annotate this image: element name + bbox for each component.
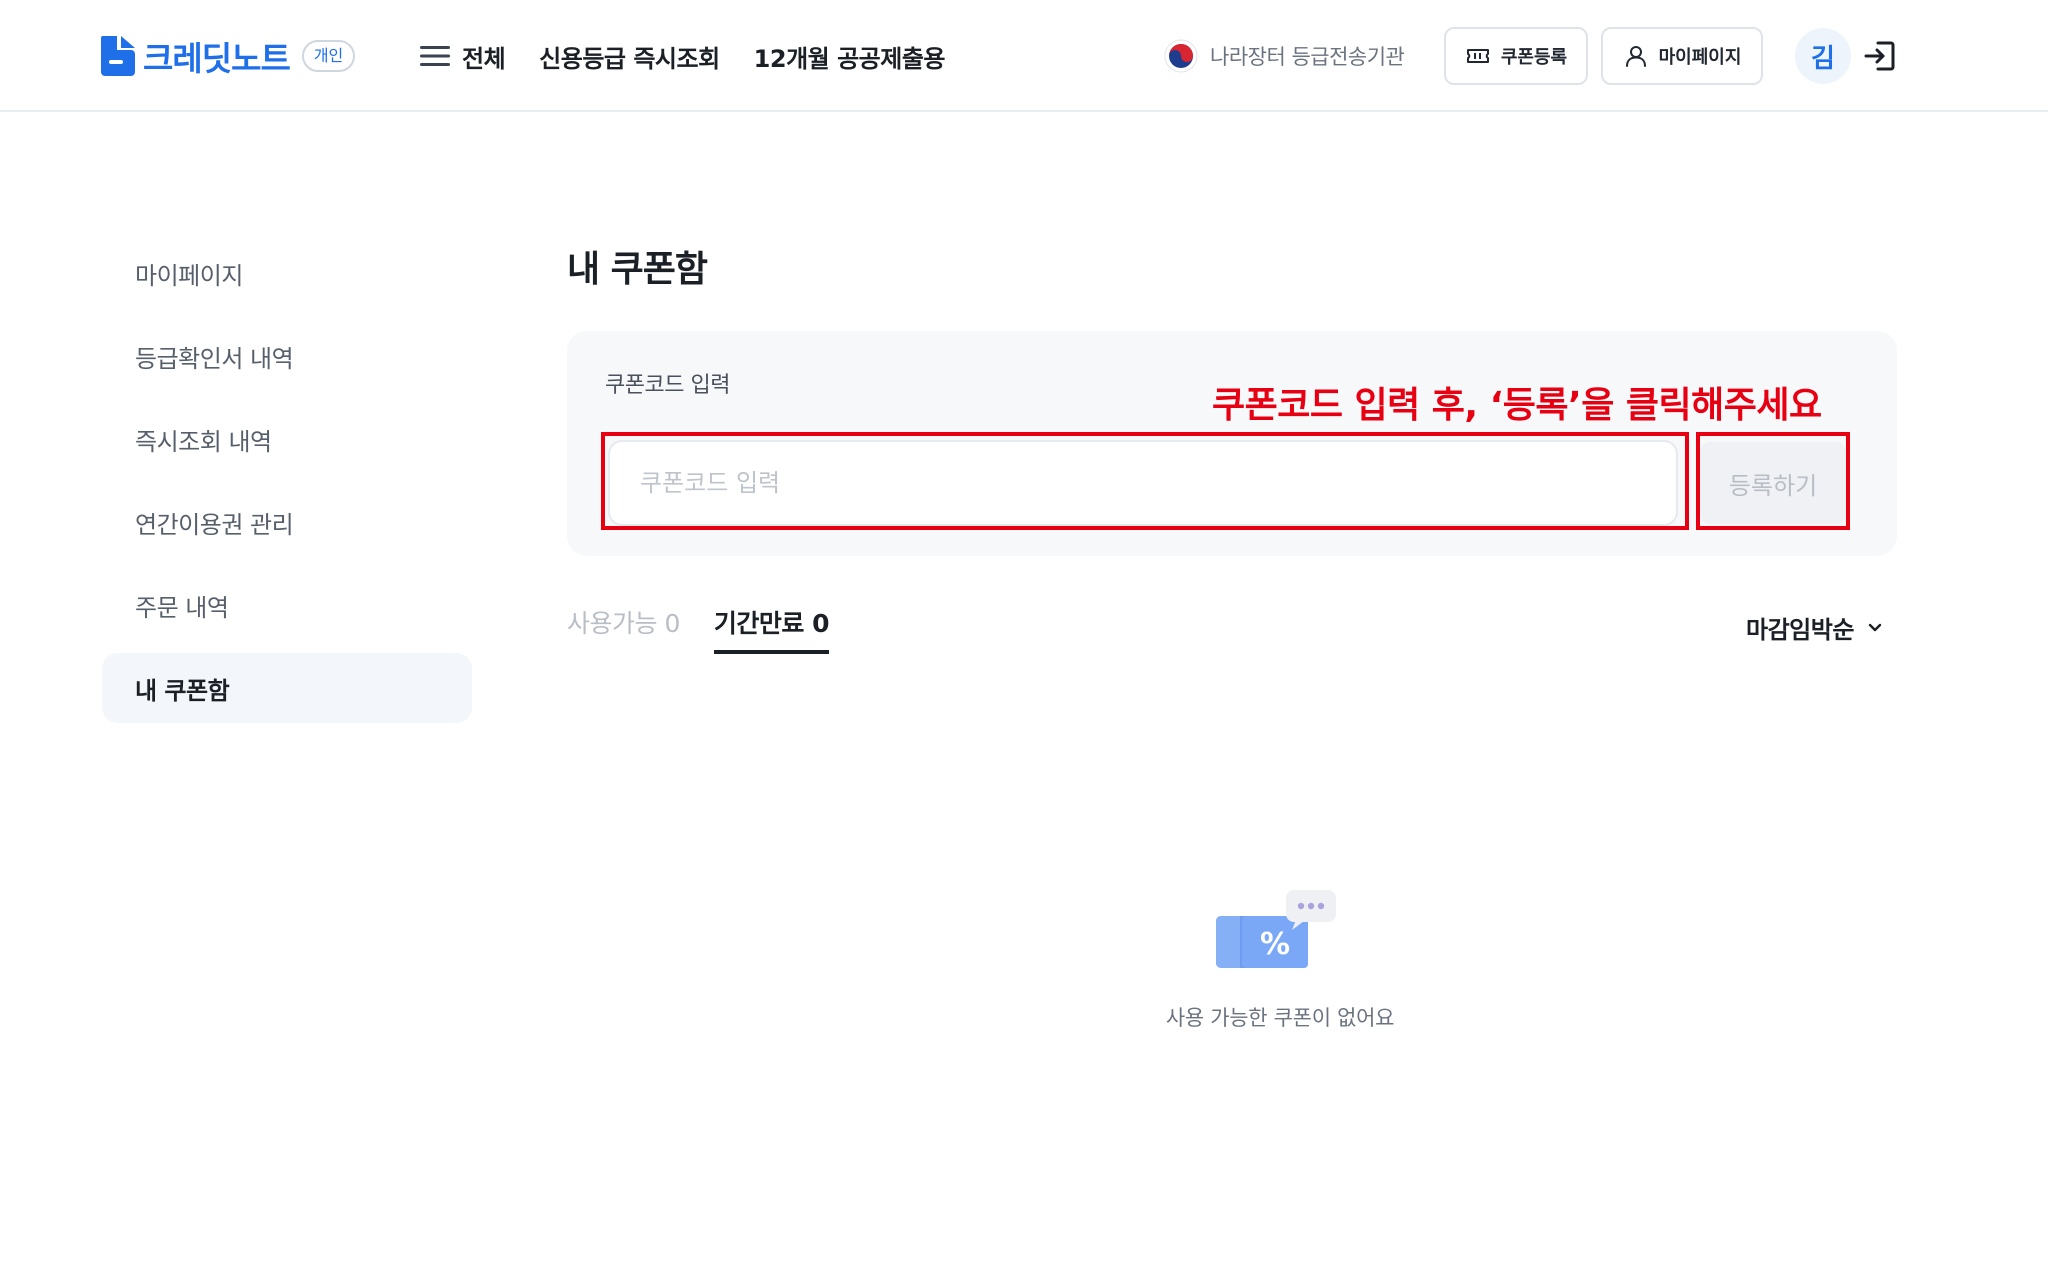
- logout-button[interactable]: [1862, 38, 1898, 74]
- sidebar-item-orders[interactable]: 주문 내역: [102, 570, 472, 640]
- document-logo-icon: [101, 36, 135, 76]
- instruction-annotation: 쿠폰코드 입력 후, ‘등록’을 클릭해주세요: [1212, 385, 1822, 426]
- logo-badge: 개인: [301, 40, 356, 72]
- hamburger-icon: [420, 46, 450, 66]
- coupon-form-panel: 쿠폰코드 입력 쿠폰코드 입력 후, ‘등록’을 클릭해주세요 등록하기: [567, 331, 1897, 556]
- all-menu-button[interactable]: 전체: [420, 39, 506, 74]
- nav-12month-public[interactable]: 12개월 공공제출용: [754, 39, 946, 74]
- coupon-register-button[interactable]: 쿠폰등록: [1444, 27, 1588, 85]
- avatar[interactable]: 김: [1795, 28, 1851, 84]
- tab-expired[interactable]: 기간만료 0: [713, 604, 829, 654]
- sidebar-item-mypage[interactable]: 마이페이지: [102, 238, 472, 308]
- user-icon: [1625, 46, 1646, 67]
- logo-text: 크레딧노트: [143, 39, 291, 78]
- chevron-down-icon: [1868, 623, 1882, 632]
- sidebar: 마이페이지 등급확인서 내역 즉시조회 내역 연간이용권 관리 주문 내역 내 …: [102, 238, 472, 736]
- coupon-register-label: 쿠폰등록: [1500, 47, 1568, 68]
- empty-state-message: 사용 가능한 쿠폰이 없어요: [1165, 1006, 1395, 1030]
- svg-text:%: %: [1260, 927, 1290, 962]
- sidebar-item-grade-certificates[interactable]: 등급확인서 내역: [102, 321, 472, 391]
- taegeuk-emblem-icon: [1164, 39, 1198, 73]
- tab-available[interactable]: 사용가능 0: [567, 604, 680, 650]
- page-title: 내 쿠폰함: [567, 249, 708, 290]
- coupon-tabs: 사용가능 0 기간만료 0: [567, 604, 829, 654]
- logout-icon: [1864, 41, 1895, 71]
- logo[interactable]: 크레딧노트 개인: [101, 35, 356, 78]
- sort-dropdown[interactable]: 마감임박순: [1746, 609, 1884, 645]
- sidebar-item-my-coupons[interactable]: 내 쿠폰함: [102, 653, 472, 723]
- mypage-label: 마이페이지: [1658, 47, 1742, 68]
- coupon-code-label: 쿠폰코드 입력: [605, 373, 730, 398]
- coupon-percent-illustration: %: [1214, 886, 1340, 972]
- sidebar-item-instant-checks[interactable]: 즉시조회 내역: [102, 404, 472, 474]
- sort-selected-label: 마감임박순: [1746, 615, 1854, 644]
- agency-text: 나라장터 등급전송기관: [1210, 45, 1405, 69]
- coupon-code-input[interactable]: [608, 440, 1678, 526]
- register-coupon-button[interactable]: 등록하기: [1700, 442, 1846, 524]
- agency-badge: 나라장터 등급전송기관: [1164, 38, 1405, 74]
- top-header: 크레딧노트 개인 전체 신용등급 즉시조회 12개월 공공제출용 나라장터 등급…: [0, 0, 2048, 112]
- main-nav: 전체 신용등급 즉시조회 12개월 공공제출용: [420, 36, 946, 76]
- all-menu-label: 전체: [462, 44, 506, 73]
- ticket-icon: [1466, 49, 1489, 63]
- sidebar-item-annual-pass[interactable]: 연간이용권 관리: [102, 487, 472, 557]
- nav-instant-credit-check[interactable]: 신용등급 즉시조회: [539, 39, 720, 74]
- mypage-button[interactable]: 마이페이지: [1601, 27, 1763, 85]
